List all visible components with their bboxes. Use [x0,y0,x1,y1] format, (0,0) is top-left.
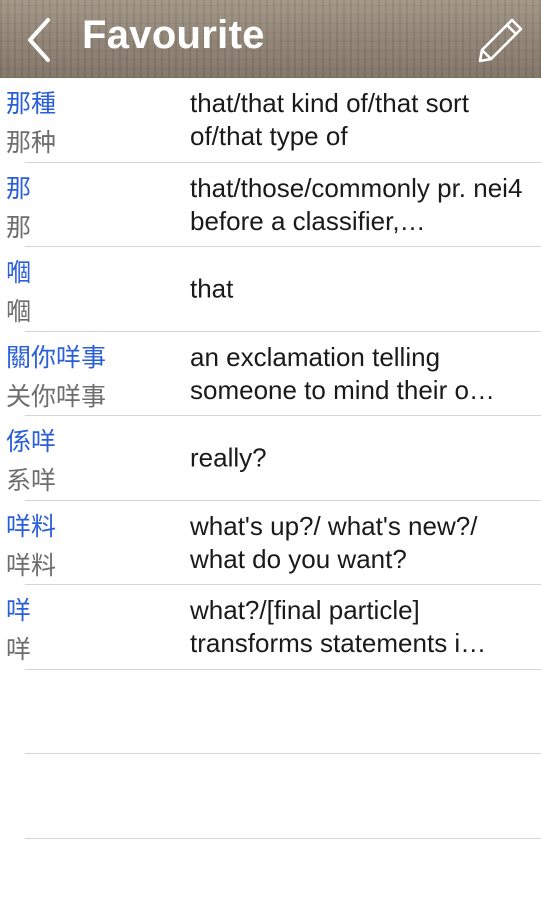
navigation-bar: Favourite [0,0,541,78]
definition: that/that kind of/that sort of/that type… [190,88,469,152]
simplified-word: 关你咩事 [6,381,107,411]
page-title: Favourite [82,13,265,57]
list-item[interactable]: 咩 咩 what?/[final particle] transforms st… [0,585,541,670]
definition: what?/[final particle] transforms statem… [190,595,487,659]
chevron-left-icon [28,18,50,62]
row-separator [25,837,541,839]
list-item[interactable]: 嗰 嗰 that [0,247,541,332]
traditional-word: 關你咩事 [6,342,107,372]
edit-button[interactable] [476,15,526,65]
empty-row [0,670,541,754]
list-item[interactable]: 那種 那种 that/that kind of/that sort of/tha… [0,78,541,163]
pencil-icon [478,18,523,63]
definition: really? [190,442,267,473]
list-item[interactable]: 咩料 咩料 what's up?/ what's new?/ what do y… [0,501,541,585]
simplified-word: 咩 [6,635,32,664]
traditional-word: 係咩 [6,427,57,456]
definition: that [190,273,234,304]
list-item[interactable]: 關你咩事 关你咩事 an exclamation telling someone… [0,332,541,416]
list-item[interactable]: 係咩 系咩 really? [0,416,541,501]
definition: that/those/commonly pr. nei4 before a cl… [190,172,523,236]
definition: what's up?/ what's new?/ what do you wan… [190,510,478,574]
simplified-word: 咩料 [6,550,57,580]
back-button[interactable] [22,16,62,64]
simplified-word: 那 [6,212,32,242]
traditional-word: 嗰 [6,258,32,287]
traditional-word: 那 [6,173,32,203]
definition: an exclamation telling someone to mind t… [190,341,495,405]
list-item[interactable]: 那 那 that/those/commonly pr. nei4 before … [0,163,541,247]
empty-row [0,754,541,839]
simplified-word: 系咩 [6,466,57,495]
traditional-word: 那種 [6,89,57,118]
favourite-list: 那種 那种 that/that kind of/that sort of/tha… [0,78,541,839]
simplified-word: 嗰 [6,297,32,326]
traditional-word: 咩料 [6,511,57,541]
simplified-word: 那种 [6,128,57,157]
traditional-word: 咩 [6,596,32,625]
